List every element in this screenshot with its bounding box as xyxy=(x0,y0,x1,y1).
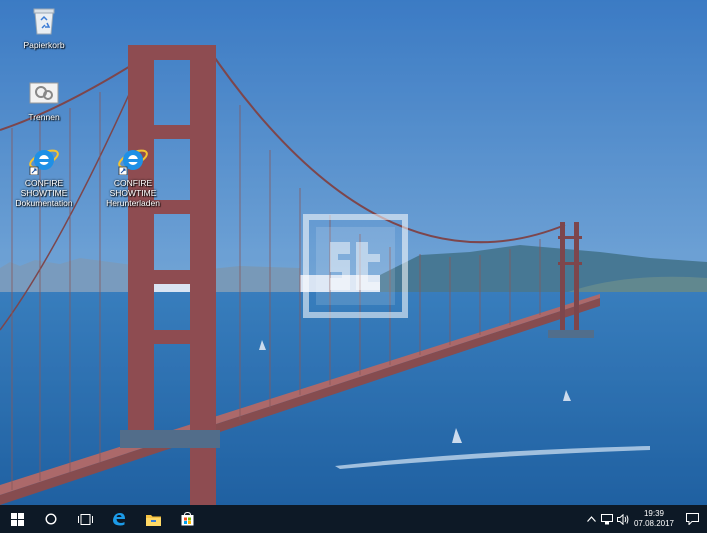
disconnect-label: Trennen xyxy=(28,112,60,122)
task-view-button[interactable] xyxy=(68,505,102,533)
windows-logo-icon xyxy=(10,512,24,526)
network-button[interactable] xyxy=(599,505,615,533)
clock-time: 19:39 xyxy=(643,509,665,518)
chevron-up-icon xyxy=(586,516,596,522)
desktop-wallpaper xyxy=(0,0,707,505)
store-icon xyxy=(181,512,193,526)
recycle-bin-icon xyxy=(27,4,61,38)
confire-download-label: CONFIRE SHOWTIME Herunterladen xyxy=(106,178,160,208)
show-hidden-icons-button[interactable] xyxy=(583,505,599,533)
clock-date: 07.08.2017 xyxy=(633,519,675,528)
desktop-icon-confire-download[interactable]: CONFIRE SHOWTIME Herunterladen xyxy=(93,142,173,208)
task-view-icon xyxy=(77,513,93,525)
watermark-logo xyxy=(303,214,408,318)
network-icon xyxy=(601,513,613,524)
cortana-circle-icon xyxy=(45,513,57,525)
store-button[interactable] xyxy=(170,505,204,533)
taskbar: 19:39 07.08.2017 xyxy=(0,505,707,533)
system-tray: 19:39 07.08.2017 xyxy=(583,505,707,533)
folder-icon xyxy=(145,514,161,526)
volume-button[interactable] xyxy=(615,505,631,533)
volume-icon xyxy=(617,513,629,525)
edge-button[interactable] xyxy=(102,505,136,533)
internet-explorer-icon xyxy=(116,142,150,176)
recycle-bin-label: Papierkorb xyxy=(23,40,65,50)
file-explorer-button[interactable] xyxy=(136,505,170,533)
desktop-icon-disconnect[interactable]: Trennen xyxy=(4,76,84,122)
action-center-icon xyxy=(685,513,699,525)
edge-icon xyxy=(113,513,125,526)
desktop-icon-confire-documentation[interactable]: CONFIRE SHOWTIME Dokumentation xyxy=(4,142,84,208)
desktop-icon-recycle-bin[interactable]: Papierkorb xyxy=(4,4,84,50)
clock[interactable]: 19:39 07.08.2017 xyxy=(631,505,677,533)
confire-documentation-label: CONFIRE SHOWTIME Dokumentation xyxy=(15,178,73,208)
start-button[interactable] xyxy=(0,505,34,533)
disconnect-icon xyxy=(27,76,61,110)
action-center-button[interactable] xyxy=(677,505,707,533)
internet-explorer-icon xyxy=(27,142,61,176)
search-button[interactable] xyxy=(34,505,68,533)
